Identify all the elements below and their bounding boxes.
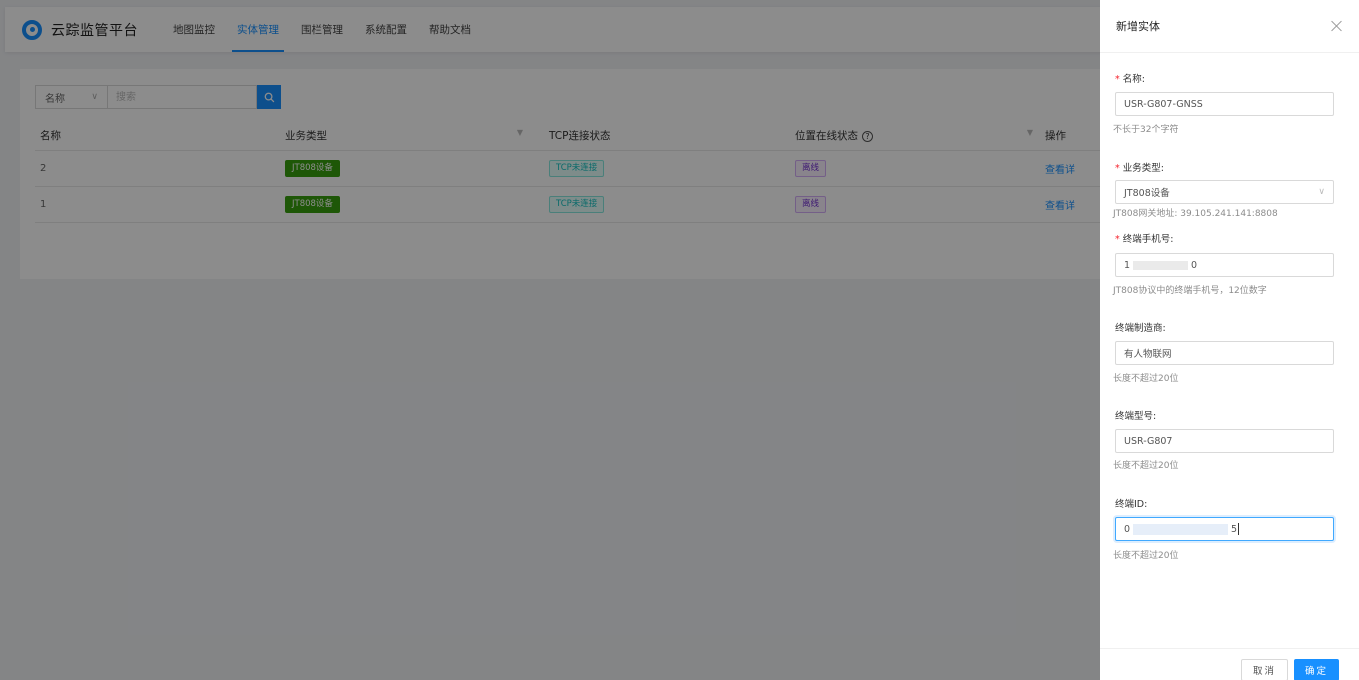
model-field-value: USR-G807	[1124, 435, 1173, 447]
phone-field[interactable]: 10	[1115, 253, 1334, 277]
type-select-value: JT808设备	[1124, 188, 1170, 199]
required-mark: *	[1115, 74, 1120, 85]
name-field[interactable]: USR-G807-GNSS	[1115, 92, 1334, 116]
model-help: 长度不超过20位	[1113, 461, 1179, 471]
redacted-block	[1133, 260, 1189, 270]
name-field-value: USR-G807-GNSS	[1124, 98, 1203, 110]
drawer-header: 新增实体	[1100, 0, 1359, 53]
maker-field-value: 有人物联网	[1124, 349, 1172, 360]
model-field[interactable]: USR-G807	[1115, 429, 1334, 453]
maker-label: 终端制造商:	[1115, 323, 1166, 334]
maker-help: 长度不超过20位	[1113, 374, 1179, 384]
phone-value-suffix: 0	[1191, 259, 1198, 271]
text-cursor	[1238, 523, 1240, 535]
cancel-button[interactable]: 取消	[1241, 659, 1288, 680]
type-label-text: 业务类型:	[1122, 163, 1164, 174]
name-label: * 名称:	[1115, 71, 1145, 85]
maker-field[interactable]: 有人物联网	[1115, 341, 1334, 365]
terminal-id-label: 终端ID:	[1115, 499, 1148, 510]
close-icon[interactable]	[1331, 20, 1343, 32]
required-mark: *	[1115, 163, 1120, 174]
phone-label: * 终端手机号:	[1115, 231, 1173, 245]
phone-value-prefix: 1	[1124, 259, 1131, 271]
redacted-block	[1133, 523, 1229, 535]
name-help: 不长于32个字符	[1113, 125, 1179, 135]
phone-label-text: 终端手机号:	[1122, 234, 1174, 245]
type-select[interactable]: JT808设备 ∨	[1115, 180, 1334, 204]
phone-help: JT808协议中的终端手机号，12位数字	[1113, 286, 1267, 296]
drawer-footer: 取消 确定	[1100, 648, 1359, 680]
type-label: * 业务类型:	[1115, 160, 1164, 174]
name-label-text: 名称:	[1122, 74, 1145, 85]
type-help: JT808网关地址: 39.105.241.141:8808	[1113, 209, 1278, 219]
model-label: 终端型号:	[1115, 411, 1157, 422]
terminal-id-help: 长度不超过20位	[1113, 551, 1179, 561]
confirm-button[interactable]: 确定	[1294, 659, 1339, 680]
terminal-id-field[interactable]: 05	[1115, 517, 1334, 541]
terminal-id-suffix: 5	[1231, 523, 1238, 535]
chevron-down-icon: ∨	[1318, 187, 1325, 197]
drawer-title: 新增实体	[1116, 20, 1160, 33]
add-entity-drawer: 新增实体 * 名称: USR-G807-GNSS 不长于32个字符 * 业务类型: …	[1100, 0, 1359, 680]
terminal-id-prefix: 0	[1124, 523, 1131, 535]
required-mark: *	[1115, 234, 1120, 245]
